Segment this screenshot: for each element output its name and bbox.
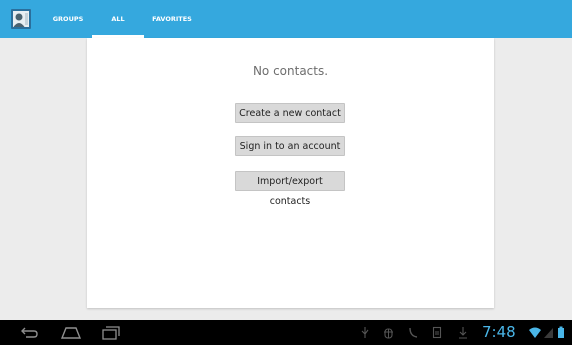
tab-all[interactable]: ALL [92, 0, 144, 38]
back-icon[interactable] [18, 324, 40, 341]
tab-favorites[interactable]: FAVORITES [144, 0, 200, 38]
action-bar: GROUPS ALL FAVORITES [0, 0, 572, 38]
download-icon [459, 327, 467, 339]
contacts-list-panel: No contacts. Create a new contact Sign i… [87, 38, 494, 308]
phone-icon [409, 327, 418, 338]
import-export-button[interactable]: Import/export contacts [235, 171, 345, 207]
system-bar: 7:48 [0, 320, 572, 345]
sd-card-icon [432, 326, 442, 339]
battery-icon [558, 326, 564, 338]
recent-apps-icon[interactable] [100, 324, 122, 341]
clock: 7:48 [482, 323, 516, 341]
signal-icon [544, 328, 553, 338]
create-contact-button[interactable]: Create a new contact [235, 103, 345, 123]
wifi-icon [529, 327, 541, 338]
contacts-app-icon[interactable] [10, 8, 32, 30]
home-icon[interactable] [60, 324, 82, 341]
usb-icon [361, 327, 369, 338]
tab-groups[interactable]: GROUPS [40, 0, 96, 38]
debug-icon [384, 328, 393, 339]
empty-message: No contacts. [252, 64, 329, 78]
sign-in-account-button[interactable]: Sign in to an account [235, 136, 345, 156]
